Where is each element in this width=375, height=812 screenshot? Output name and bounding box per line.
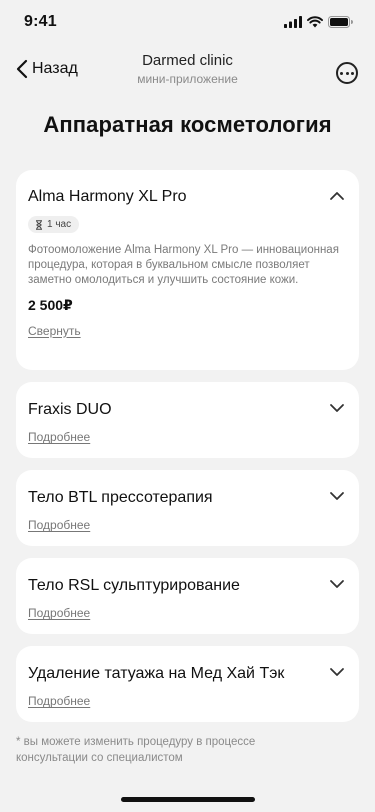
more-icon-dot <box>345 71 349 75</box>
collapse-link[interactable]: Свернуть <box>28 324 81 338</box>
details-link[interactable]: Подробнее <box>28 694 90 708</box>
chevron-down-icon[interactable] <box>329 491 345 501</box>
details-link[interactable]: Подробнее <box>28 606 90 620</box>
chevron-up-icon[interactable] <box>329 191 345 201</box>
details-link[interactable]: Подробнее <box>28 518 90 532</box>
duration-badge: 1 час <box>28 216 80 233</box>
chevron-down-icon[interactable] <box>329 667 345 677</box>
nav-title-block: Darmed clinic мини-приложение <box>0 52 375 86</box>
procedure-card[interactable]: Alma Harmony XL Pro 1 час Фотоомоложение… <box>16 170 359 370</box>
wifi-icon <box>307 16 323 28</box>
procedure-description: Фотоомоложение Alma Harmony XL Pro — инн… <box>28 243 339 286</box>
procedure-card[interactable]: Fraxis DUO Подробнее <box>16 382 359 458</box>
more-icon-dot <box>340 71 343 75</box>
details-link[interactable]: Подробнее <box>28 430 90 444</box>
procedure-card[interactable]: Тело RSL сульптурирование Подробнее <box>16 558 359 634</box>
status-icons <box>284 16 353 28</box>
home-indicator[interactable] <box>121 797 255 802</box>
more-button[interactable] <box>336 62 358 84</box>
footnote: * вы можете изменить процедуру в процесс… <box>16 736 256 764</box>
more-icon-dot <box>351 71 354 75</box>
procedure-price: 2 500₽ <box>28 296 73 313</box>
procedure-title: Тело RSL сульптурирование <box>28 577 240 594</box>
status-bar: 9:41 <box>0 0 375 44</box>
nav-subtitle: мини-приложение <box>137 72 238 86</box>
procedure-title: Удаление татуажа на Мед Хай Тэк <box>28 665 285 682</box>
procedure-card[interactable]: Удаление татуажа на Мед Хай Тэк Подробне… <box>16 646 359 722</box>
status-time: 9:41 <box>24 13 57 30</box>
procedure-card[interactable]: Тело BTL прессотерапия Подробнее <box>16 470 359 546</box>
procedure-title: Тело BTL прессотерапия <box>28 489 213 506</box>
signal-icon <box>284 16 302 28</box>
procedure-title: Alma Harmony XL Pro <box>28 188 187 205</box>
chevron-down-icon[interactable] <box>329 403 345 413</box>
procedure-title: Fraxis DUO <box>28 401 112 418</box>
battery-icon <box>328 16 353 28</box>
nav-title: Darmed clinic <box>142 52 233 69</box>
chevron-down-icon[interactable] <box>329 579 345 589</box>
duration-label: 1 час <box>47 219 72 230</box>
page-title: Аппаратная косметология <box>43 112 332 137</box>
nav-bar: Назад Darmed clinic мини-приложение <box>0 48 375 96</box>
hourglass-icon <box>36 219 42 230</box>
